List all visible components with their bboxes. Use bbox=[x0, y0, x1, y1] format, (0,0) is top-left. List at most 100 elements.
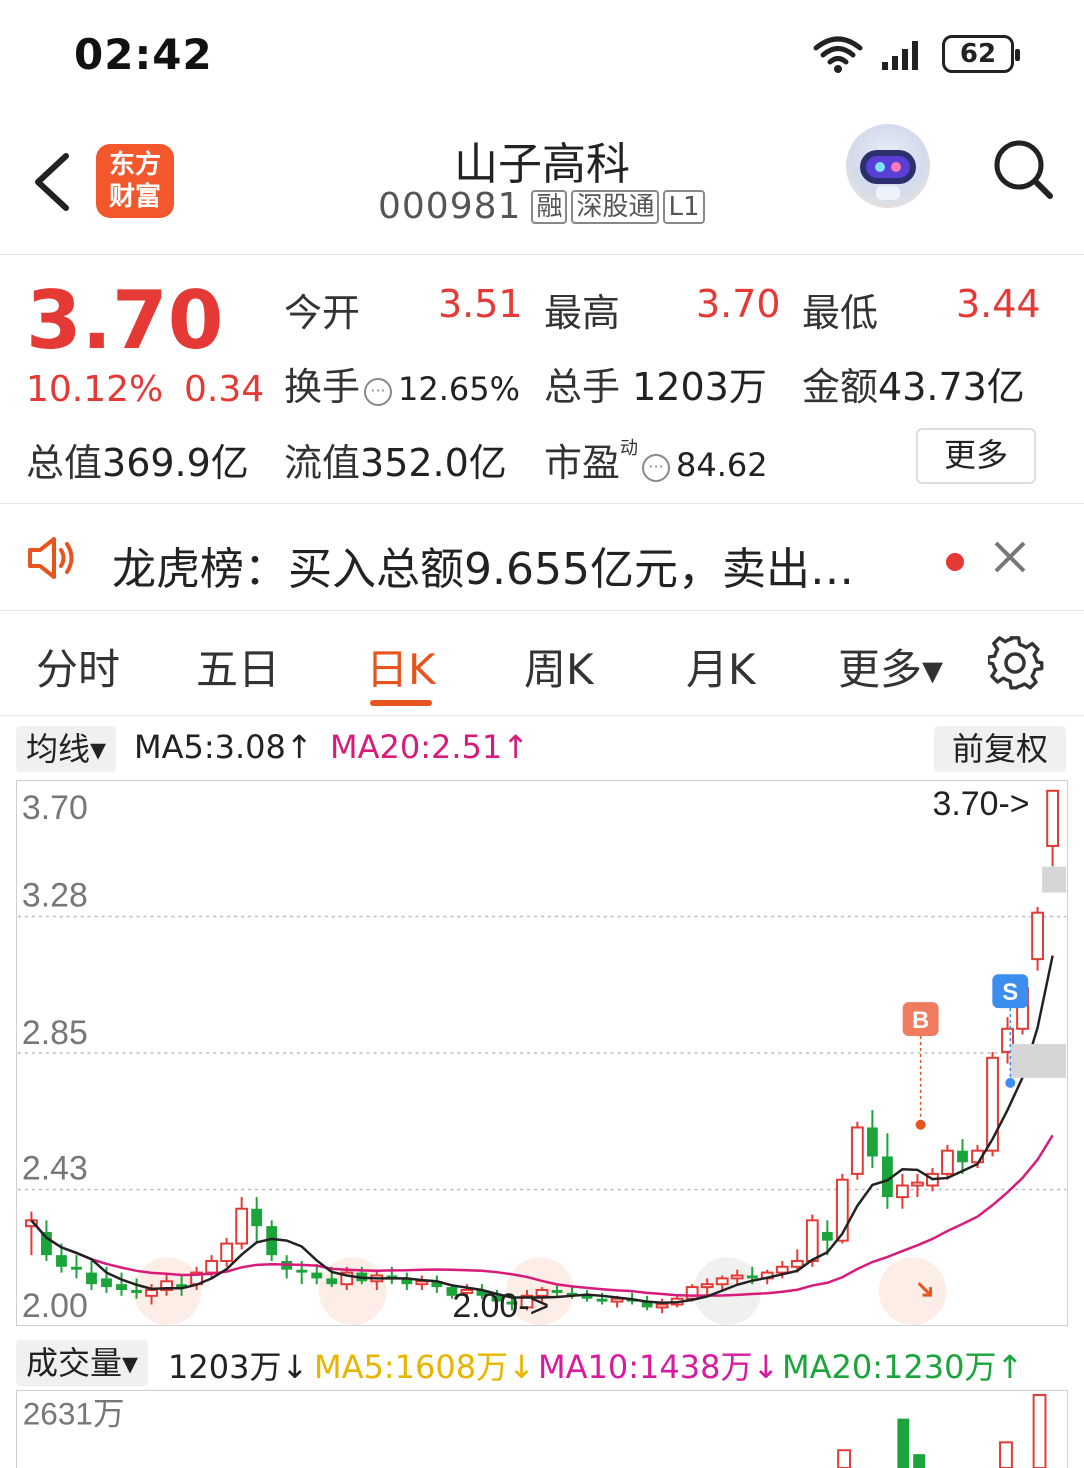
candle-body bbox=[715, 1277, 729, 1286]
collapse-arrows-icon[interactable] bbox=[878, 1257, 947, 1325]
volume-bar bbox=[837, 1449, 851, 1468]
volume-bar bbox=[913, 1454, 926, 1468]
amount-label: 金额 bbox=[802, 365, 879, 409]
candle-body bbox=[235, 1207, 249, 1245]
volume-ma5: MA5:1608万↓ bbox=[314, 1348, 535, 1386]
pe-value: 84.62 bbox=[676, 446, 768, 484]
change-percent: 10.12% bbox=[26, 369, 164, 410]
more-button[interactable]: 更多 bbox=[916, 428, 1036, 484]
quote-panel: 3.70 10.12% 0.34 今开 3.51 最高 3.70 最低 3.44… bbox=[0, 256, 1084, 504]
info-icon[interactable]: ··· bbox=[642, 454, 671, 482]
candle-body bbox=[220, 1242, 234, 1262]
stock-code-row: 000981 融 深股通 L1 bbox=[378, 186, 705, 227]
assistant-avatar-icon[interactable] bbox=[846, 124, 930, 208]
tab-monthly-k[interactable]: 月K bbox=[686, 636, 756, 697]
volume-max-tick: 2631万 bbox=[23, 1396, 125, 1432]
app-header: 东方 财富 山子高科 000981 融 深股通 L1 bbox=[0, 110, 1084, 255]
candle-body bbox=[866, 1127, 878, 1157]
price-tick: 2.85 bbox=[22, 1014, 88, 1052]
float-row: 流值352.0亿 bbox=[284, 432, 507, 487]
tab-intraday[interactable]: 分时 bbox=[36, 636, 120, 697]
indicator-dropdown[interactable]: 均线▾ bbox=[16, 726, 117, 772]
candle-body bbox=[581, 1295, 593, 1299]
float-label: 流值 bbox=[284, 441, 361, 485]
candle-body bbox=[56, 1255, 67, 1267]
search-icon[interactable] bbox=[990, 136, 1056, 202]
volume-legend-bar: 成交量▾ 1203万↓ MA5:1608万↓ MA10:1438万↓ MA20:… bbox=[0, 1336, 1084, 1388]
float-value: 352.0亿 bbox=[360, 441, 507, 485]
kline-chart[interactable]: 3.70 3.28 2.85 2.43 2.00 B S 3.70-> 2.00… bbox=[16, 780, 1068, 1326]
tag-margin: 融 bbox=[531, 189, 568, 224]
volume-bar bbox=[1032, 1393, 1047, 1468]
tab-daily-k[interactable]: 日K bbox=[366, 636, 436, 697]
nav-next-icon[interactable] bbox=[693, 1257, 762, 1325]
stock-code: 000981 bbox=[378, 186, 522, 227]
candle-body bbox=[655, 1303, 669, 1309]
low-label: 最低 bbox=[802, 291, 879, 335]
buy-badge-text: B bbox=[912, 1007, 929, 1034]
mktcap-value: 369.9亿 bbox=[102, 441, 249, 485]
candle-body bbox=[41, 1231, 52, 1256]
high-value: 3.70 bbox=[696, 282, 781, 326]
candle-body bbox=[1046, 789, 1059, 847]
notice-text: 龙虎榜：买入总额9.655亿元，卖出… bbox=[112, 544, 854, 595]
low-price-marker: 2.00-> bbox=[452, 1287, 549, 1325]
candle-body bbox=[730, 1274, 744, 1280]
pe-label: 市盈 bbox=[544, 441, 621, 485]
info-icon[interactable]: ··· bbox=[364, 378, 393, 406]
candle-body bbox=[775, 1265, 789, 1274]
candle-body bbox=[957, 1150, 968, 1163]
price-tick: 3.28 bbox=[22, 877, 88, 915]
sell-badge-text: S bbox=[1002, 979, 1018, 1006]
turnover-row: 换手 ··· 12.65% bbox=[284, 356, 520, 411]
open-value: 3.51 bbox=[438, 282, 523, 326]
candle-body bbox=[805, 1219, 819, 1262]
candle-body bbox=[311, 1272, 323, 1279]
candle-body bbox=[205, 1259, 219, 1274]
last-price-marker: 3.70-> bbox=[933, 785, 1030, 823]
volume-value: 1203万 bbox=[632, 365, 767, 409]
candle-body bbox=[116, 1284, 127, 1290]
buy-point bbox=[915, 1119, 926, 1130]
amount-value: 43.73亿 bbox=[878, 365, 1025, 409]
candle-body bbox=[86, 1272, 97, 1285]
notice-banner[interactable]: 龙虎榜：买入总额9.655亿元，卖出… bbox=[0, 505, 1084, 611]
volume-chart[interactable]: 2631万 bbox=[16, 1390, 1068, 1468]
tag-level: L1 bbox=[663, 189, 705, 224]
candle-body bbox=[685, 1286, 699, 1300]
candle-body bbox=[415, 1280, 429, 1286]
volume-dropdown[interactable]: 成交量▾ bbox=[16, 1340, 149, 1386]
change-amount: 0.34 bbox=[184, 369, 265, 410]
tab-weekly-k[interactable]: 周K bbox=[524, 636, 594, 697]
unread-dot bbox=[946, 553, 964, 571]
mktcap-row: 总值369.9亿 bbox=[26, 432, 249, 487]
price-tick: 3.70 bbox=[22, 789, 88, 827]
tab-five-day[interactable]: 五日 bbox=[196, 636, 280, 697]
candle-body bbox=[746, 1275, 758, 1279]
candle-body bbox=[71, 1266, 82, 1270]
active-tab-indicator bbox=[370, 700, 432, 706]
status-icons: 62 bbox=[812, 34, 1020, 74]
price-tick: 2.00 bbox=[22, 1287, 88, 1325]
candle-body bbox=[131, 1289, 142, 1293]
pe-sup: 动 bbox=[620, 438, 639, 459]
turnover-value: 12.65% bbox=[398, 370, 521, 408]
wifi-icon bbox=[813, 36, 863, 73]
candle-body bbox=[296, 1269, 308, 1273]
volume-bar bbox=[897, 1418, 910, 1468]
adjust-button[interactable]: 前复权 bbox=[934, 726, 1066, 772]
candle-body bbox=[790, 1259, 804, 1268]
candle-body bbox=[911, 1181, 924, 1187]
tab-more[interactable]: 更多▾ bbox=[838, 636, 943, 697]
volume-row: 总手 1203万 bbox=[544, 356, 767, 411]
ma5-label: MA5:3.08↑ bbox=[134, 728, 313, 766]
settings-gear-icon[interactable] bbox=[988, 636, 1044, 692]
volume-bar bbox=[999, 1441, 1013, 1468]
close-icon[interactable] bbox=[990, 537, 1030, 577]
status-time: 02:42 bbox=[74, 30, 213, 79]
sell-point bbox=[1005, 1077, 1016, 1088]
tag-connect: 深股通 bbox=[571, 189, 660, 224]
candle-body bbox=[821, 1231, 833, 1241]
amount-row: 金额43.73亿 bbox=[802, 356, 1025, 411]
candle-body bbox=[896, 1184, 909, 1199]
